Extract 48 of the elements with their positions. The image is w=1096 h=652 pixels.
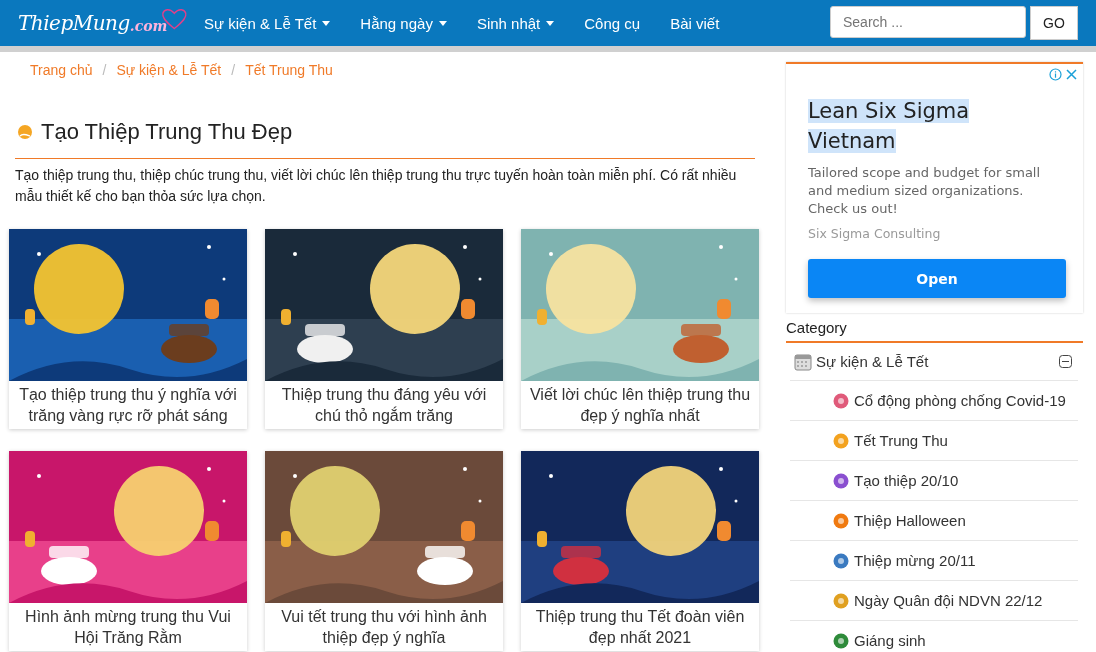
page-title: Tạo Thiệp Trung Thu Đẹp <box>41 119 293 145</box>
card[interactable]: Vui tết trung thu với hình ảnh thiệp đẹp ý nghĩa <box>265 451 503 651</box>
ad-title: Lean Six Sigma Vietnam <box>808 98 971 155</box>
nav-link[interactable]: Bài viết <box>670 14 720 32</box>
card[interactable]: Thiệp trung thu đáng yêu với chú thỏ ngắm trăng <box>265 229 503 429</box>
close-icon[interactable] <box>1066 69 1077 80</box>
card-caption: Thiệp trung thu Tết đoàn viên đẹp nhất 2021 <box>534 607 746 648</box>
card[interactable]: Thiệp trung thu Tết đoàn viên đẹp nhất 2021 <box>521 451 759 651</box>
card-caption: Viết lời chúc lên thiệp trung thu đẹp ý nghĩa nhất <box>528 385 752 426</box>
go-button[interactable]: GO <box>1030 6 1078 40</box>
category-item[interactable]: Tết Trung Thu <box>790 421 1078 461</box>
category-heading: Category <box>786 319 847 336</box>
category-item[interactable]: Thiệp Halloween <box>790 501 1078 541</box>
category-item[interactable]: Tạo thiệp 20/10 <box>790 461 1078 501</box>
breadcrumb-separator: / <box>102 62 107 80</box>
advertiser-name: Six Sigma Consulting <box>808 226 942 241</box>
category-item[interactable]: Thiệp mừng 20/11 <box>790 541 1078 581</box>
card-caption: Thiệp trung thu đáng yêu với chú thỏ ngắm trăng <box>280 385 488 426</box>
page-description: Tạo thiệp trung thu, thiệp chúc trung thu, viết lời chúc lên thiệp trung thu trực tuyến hoàn toàn miễn phí. Có rất nhiều mẫu thiết kế cho bạn thỏa sức lựa chọn. <box>15 158 755 207</box>
category-item[interactable]: Ngày Quân đội NDVN 22/12 <box>790 581 1078 621</box>
ad-text: Tailored scope and budget for small and medium sized organizations. Check us out! <box>808 164 1042 218</box>
logo-text[interactable]: ThiepMung <box>18 11 130 35</box>
category-item[interactable]: Giáng sinh <box>790 621 1078 652</box>
breadcrumb-separator: / <box>231 62 236 80</box>
nav-link[interactable]: Hằng ngày <box>360 14 447 32</box>
nav-link[interactable]: Sự kiện & Lễ Tết <box>204 14 331 32</box>
card-caption: Tạo thiệp trung thu ý nghĩa với trăng vàng rực rỡ phát sáng <box>18 385 238 426</box>
search-field[interactable]: Search ... <box>830 6 1026 38</box>
category-icon <box>832 511 850 530</box>
card[interactable]: Hình ảnh mừng trung thu Vui Hội Trăng Rằm <box>9 451 247 651</box>
info-icon[interactable] <box>1049 68 1062 81</box>
nav-link[interactable]: Công cụ <box>584 14 641 32</box>
category-icon <box>832 431 850 450</box>
category-icon <box>832 391 850 410</box>
card-caption: Hình ảnh mừng trung thu Vui Hội Trăng Rằm <box>24 607 232 648</box>
category-icon <box>832 471 850 490</box>
calendar-icon <box>794 352 812 371</box>
card-caption: Vui tết trung thu với hình ảnh thiệp đẹp ý nghĩa <box>280 607 488 648</box>
category-item[interactable]: Cổ động phòng chống Covid-19 <box>790 381 1078 421</box>
card[interactable]: Viết lời chúc lên thiệp trung thu đẹp ý nghĩa nhất <box>521 229 759 429</box>
moon-icon <box>17 124 33 140</box>
open-button[interactable]: Open <box>808 259 1066 298</box>
nav-link[interactable]: Sinh nhật <box>476 14 555 32</box>
card[interactable]: Tạo thiệp trung thu ý nghĩa với trăng vàng rực rỡ phát sáng <box>9 229 247 429</box>
category-item[interactable]: Sự kiện & Lễ Tết <box>790 343 1078 381</box>
category-icon <box>832 591 850 610</box>
category-icon <box>832 551 850 570</box>
collapse-icon[interactable] <box>1059 355 1072 368</box>
